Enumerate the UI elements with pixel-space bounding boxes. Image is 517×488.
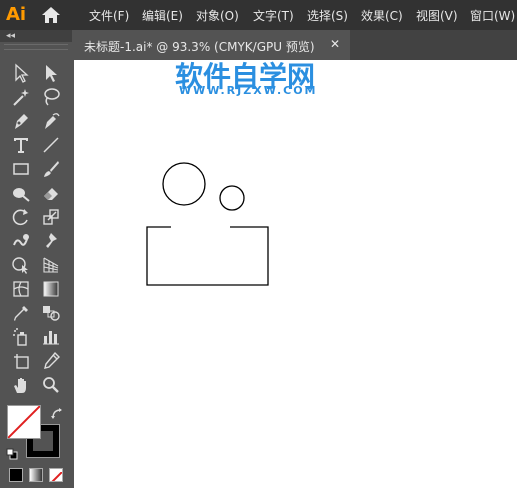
artboard-canvas[interactable]: 软件自学网 WWW.RJZXW.COM [74, 60, 517, 488]
blob-brush-icon[interactable] [9, 182, 33, 204]
eraser-tool-icon[interactable] [39, 182, 63, 204]
tools-panel-header: ◂◂ [0, 30, 72, 42]
menu-file[interactable]: 文件(F) [89, 7, 129, 24]
menu-bar: Ai 文件(F) 编辑(E) 对象(O) 文字(T) 选择(S) 效果(C) 视… [0, 0, 517, 30]
menu-type[interactable]: 文字(T) [253, 7, 294, 24]
lasso-icon[interactable] [39, 86, 63, 108]
menu-view[interactable]: 视图(V) [416, 7, 458, 24]
rectangle-tool-icon[interactable] [9, 158, 33, 180]
menu-effect[interactable]: 效果(C) [361, 7, 403, 24]
mesh-tool-icon[interactable] [9, 278, 33, 300]
line-segment-tool-icon[interactable] [39, 134, 63, 156]
puppet-warp-icon[interactable] [39, 230, 63, 252]
menu-select[interactable]: 选择(S) [307, 7, 348, 24]
symbol-sprayer-icon[interactable] [9, 326, 33, 348]
warp-tool-icon[interactable] [9, 230, 33, 252]
swap-icon[interactable] [51, 405, 63, 419]
app-logo: Ai [6, 4, 27, 25]
gradient-mode-button[interactable] [29, 468, 43, 482]
menu-edit[interactable]: 编辑(E) [142, 7, 183, 24]
default-colors-icon[interactable] [6, 445, 18, 460]
menu-window[interactable]: 窗口(W) [470, 7, 515, 24]
shape-builder-icon[interactable] [9, 254, 33, 276]
close-icon[interactable]: ✕ [330, 37, 340, 51]
fill-color-swatch[interactable] [7, 405, 41, 439]
color-mode-button[interactable] [9, 468, 23, 482]
small-circle[interactable] [219, 185, 245, 211]
column-graph-icon[interactable] [39, 326, 63, 348]
collapse-panel-icon[interactable]: ◂◂ [6, 30, 15, 42]
paintbrush-tool-icon[interactable] [39, 158, 63, 180]
rotate-tool-icon[interactable] [9, 206, 33, 228]
pen-tool-icon[interactable] [9, 110, 33, 132]
document-tab-title: 未标题-1.ai* @ 93.3% (CMYK/GPU 预览) [84, 40, 315, 54]
slice-tool-icon[interactable] [39, 350, 63, 372]
zoom-tool-icon[interactable] [39, 374, 63, 396]
open-rectangle-path[interactable] [146, 226, 269, 286]
artwork [146, 162, 269, 286]
tools-panel: ◂◂ [0, 30, 72, 488]
large-circle[interactable] [162, 162, 206, 206]
artboard-tool-icon[interactable] [9, 350, 33, 372]
scale-tool-icon[interactable] [39, 206, 63, 228]
none-mode-button[interactable] [49, 468, 63, 482]
blend-tool-icon[interactable] [39, 302, 63, 324]
tools-panel-grip[interactable] [4, 44, 68, 50]
curvature-tool-icon[interactable] [39, 110, 63, 132]
direct-selection-tool-icon[interactable] [39, 62, 63, 84]
perspective-grid-icon[interactable] [39, 254, 63, 276]
home-icon[interactable] [40, 5, 62, 25]
hand-tool-icon[interactable] [9, 374, 33, 396]
menu-object[interactable]: 对象(O) [196, 7, 239, 24]
eyedropper-icon[interactable] [9, 302, 33, 324]
gradient-tool-icon[interactable] [39, 278, 63, 300]
type-tool-icon[interactable] [9, 134, 33, 156]
magic-wand-icon[interactable] [9, 86, 33, 108]
selection-tool-icon[interactable] [9, 62, 33, 84]
